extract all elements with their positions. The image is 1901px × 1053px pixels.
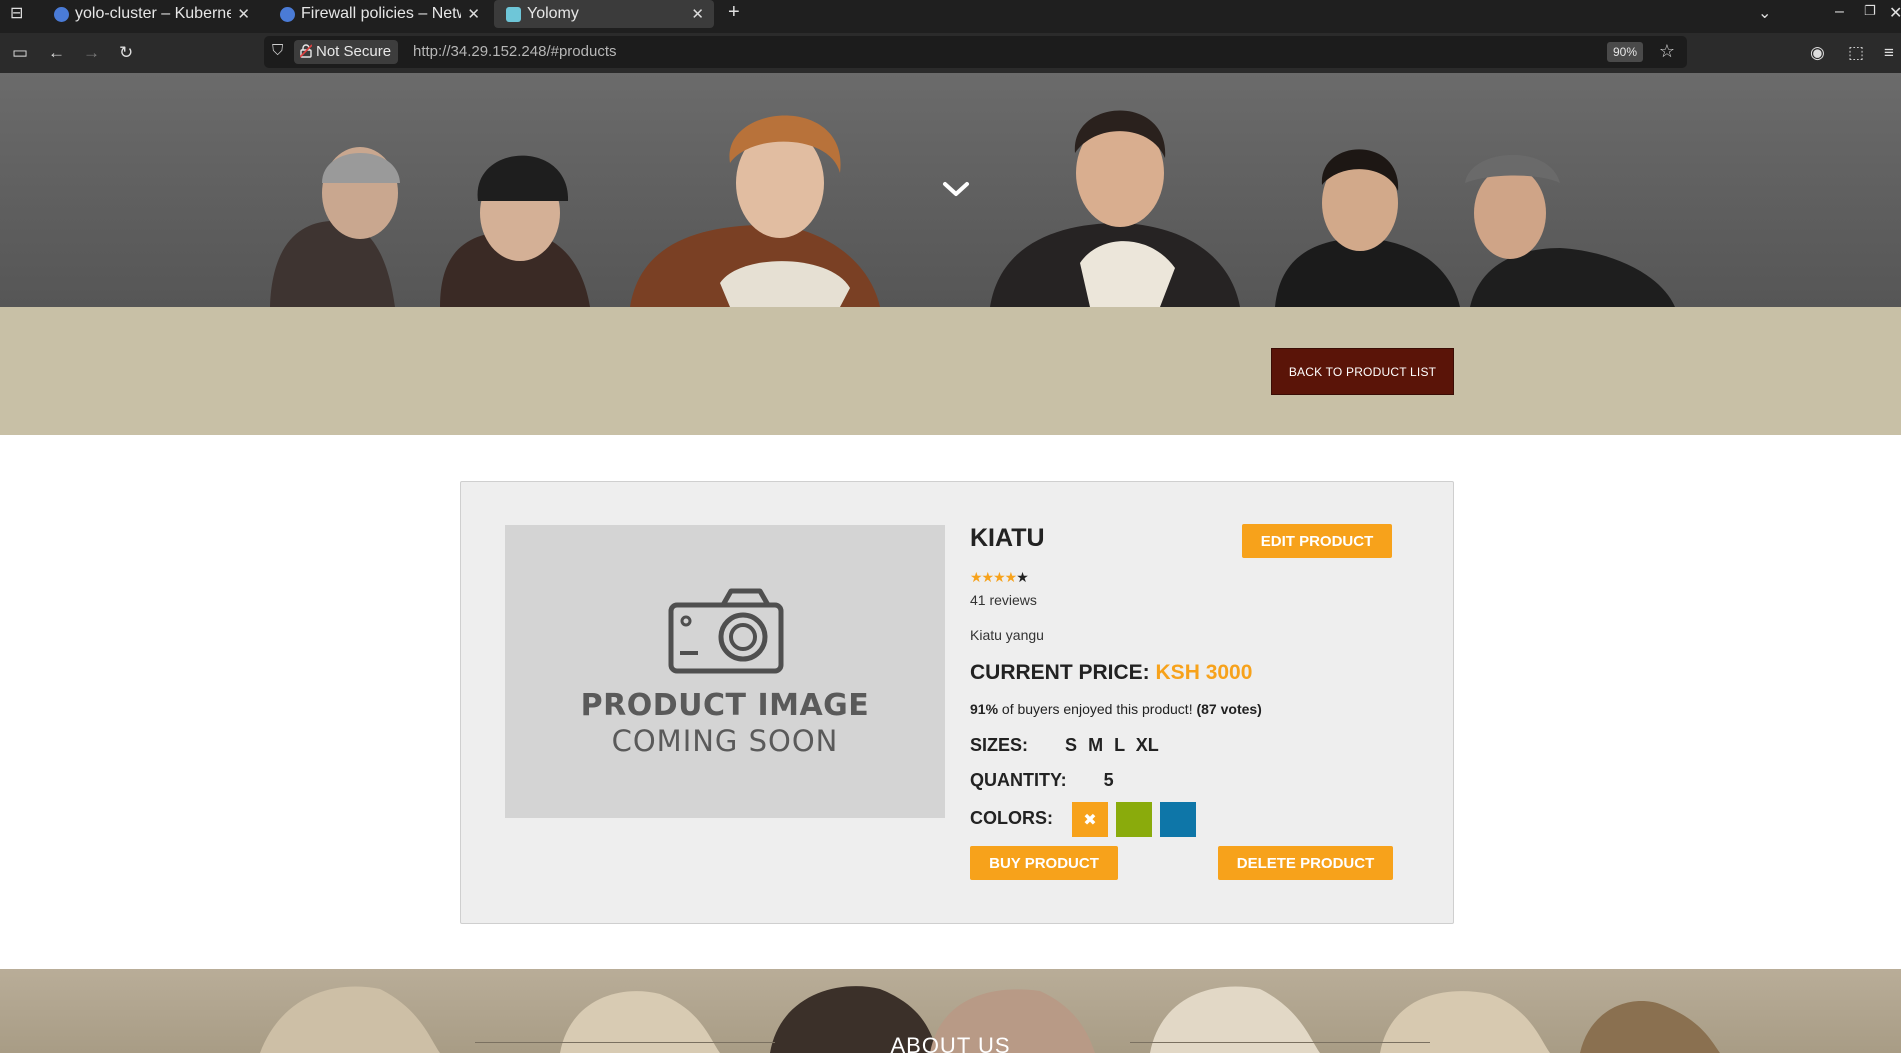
color-swatch-blue[interactable]	[1160, 802, 1196, 837]
kubernetes-favicon-icon	[54, 6, 69, 22]
camera-icon	[668, 588, 784, 674]
size-option-s[interactable]: S	[1065, 735, 1077, 755]
rating-filled-stars: ★★★★	[970, 569, 1017, 585]
quantity-label: QUANTITY:	[970, 770, 1067, 790]
size-option-xl[interactable]: XL	[1136, 735, 1159, 755]
tab-list-icon[interactable]: ⊟	[10, 3, 23, 23]
tab-overflow-chevron-icon[interactable]: ⌄	[1758, 3, 1771, 23]
tab-firewall[interactable]: Firewall policies – Network ✕	[268, 0, 490, 28]
tab-title: Yolomy	[527, 5, 579, 22]
insecure-lock-icon	[300, 44, 312, 58]
selected-x-icon: ✖	[1083, 811, 1097, 829]
minimize-icon[interactable]: –	[1835, 3, 1844, 21]
sidebar-toggle-icon[interactable]: ▭	[12, 43, 28, 63]
product-description: Kiatu yangu	[970, 627, 1044, 643]
tab-title: yolo-cluster – Kubernetes	[75, 5, 232, 22]
votes-text: of buyers enjoyed this product!	[998, 701, 1197, 717]
menu-icon[interactable]: ≡	[1884, 43, 1894, 63]
close-tab-icon[interactable]: ✕	[467, 5, 480, 23]
price-value: KSH 3000	[1155, 661, 1253, 684]
tab-kubernetes[interactable]: yolo-cluster – Kubernetes ✕	[42, 0, 260, 28]
product-name: KIATU	[970, 524, 1045, 552]
quantity-value: 5	[1103, 770, 1114, 790]
browser-nav-bar: ▭ ← → ↻ ⛉ Not Secure http://34.29.152.24…	[0, 33, 1901, 73]
forward-arrow-icon[interactable]: →	[83, 43, 100, 63]
reload-icon[interactable]: ↻	[119, 43, 133, 63]
not-secure-badge[interactable]: Not Secure	[294, 40, 399, 64]
colors-label: COLORS:	[970, 808, 1053, 828]
rating-empty-star: ★	[1016, 569, 1029, 585]
color-swatch-green[interactable]	[1116, 802, 1152, 837]
new-tab-button[interactable]: +	[728, 1, 740, 24]
extensions-icon[interactable]: ⬚	[1848, 43, 1864, 63]
tab-yolomy[interactable]: Yolomy ✕	[494, 0, 714, 28]
about-section: ABOUT US	[0, 969, 1901, 1053]
product-image-placeholder: PRODUCT IMAGE COMING SOON	[505, 525, 945, 818]
zoom-level[interactable]: 90%	[1606, 42, 1643, 62]
hero-banner	[0, 73, 1901, 307]
delete-product-button[interactable]: DELETE PRODUCT	[1218, 846, 1393, 880]
placeholder-line-1: PRODUCT IMAGE	[580, 688, 870, 723]
sizes-label: SIZES:	[970, 735, 1029, 755]
action-band: BACK TO PRODUCT LIST	[0, 307, 1901, 435]
yolomy-favicon-icon	[506, 6, 521, 22]
quantity-row: QUANTITY: 5	[970, 770, 1114, 791]
close-window-icon[interactable]: ✕	[1889, 3, 1901, 23]
close-tab-icon[interactable]: ✕	[691, 5, 704, 23]
size-option-m[interactable]: M	[1088, 735, 1103, 755]
sizes-row: SIZES: S M L XL	[970, 735, 1159, 756]
not-secure-label: Not Secure	[316, 43, 392, 60]
restore-icon[interactable]: ❐	[1864, 3, 1876, 19]
buy-product-button[interactable]: BUY PRODUCT	[970, 846, 1118, 880]
account-icon[interactable]: ◉	[1810, 43, 1825, 63]
placeholder-line-2: COMING SOON	[611, 724, 839, 758]
scroll-down-chevron-icon[interactable]	[941, 179, 971, 199]
about-title: ABOUT US	[890, 1033, 1011, 1053]
votes-percent: 91%	[970, 701, 999, 717]
shield-favicon-icon	[280, 6, 295, 22]
close-tab-icon[interactable]: ✕	[237, 5, 250, 23]
address-bar[interactable]: ⛉ Not Secure http://34.29.152.248/#produ…	[264, 36, 1687, 68]
buyer-satisfaction: 91% of buyers enjoyed this product! (87 …	[970, 701, 1262, 717]
votes-count: (87 votes)	[1196, 701, 1262, 717]
edit-product-button[interactable]: EDIT PRODUCT	[1242, 524, 1392, 558]
review-count: 41 reviews	[970, 592, 1037, 608]
size-option-l[interactable]: L	[1114, 735, 1125, 755]
current-price: CURRENT PRICE: KSH 3000	[970, 661, 1252, 685]
back-to-product-list-button[interactable]: BACK TO PRODUCT LIST	[1271, 348, 1454, 395]
tab-title: Firewall policies – Network	[301, 5, 461, 22]
product-card: PRODUCT IMAGE COMING SOON KIATU EDIT PRO…	[460, 481, 1454, 924]
back-arrow-icon[interactable]: ←	[48, 43, 65, 63]
price-label: CURRENT PRICE:	[970, 661, 1150, 684]
browser-tab-bar: ⊟ yolo-cluster – Kubernetes ✕ Firewall p…	[0, 0, 1901, 33]
url-text[interactable]: http://34.29.152.248/#products	[413, 43, 617, 60]
rating-stars: ★★★★★	[970, 569, 1029, 586]
color-swatch-orange[interactable]: ✖	[1072, 802, 1108, 837]
bookmark-star-icon[interactable]: ☆	[1659, 41, 1675, 62]
shield-icon[interactable]: ⛉	[272, 42, 283, 59]
